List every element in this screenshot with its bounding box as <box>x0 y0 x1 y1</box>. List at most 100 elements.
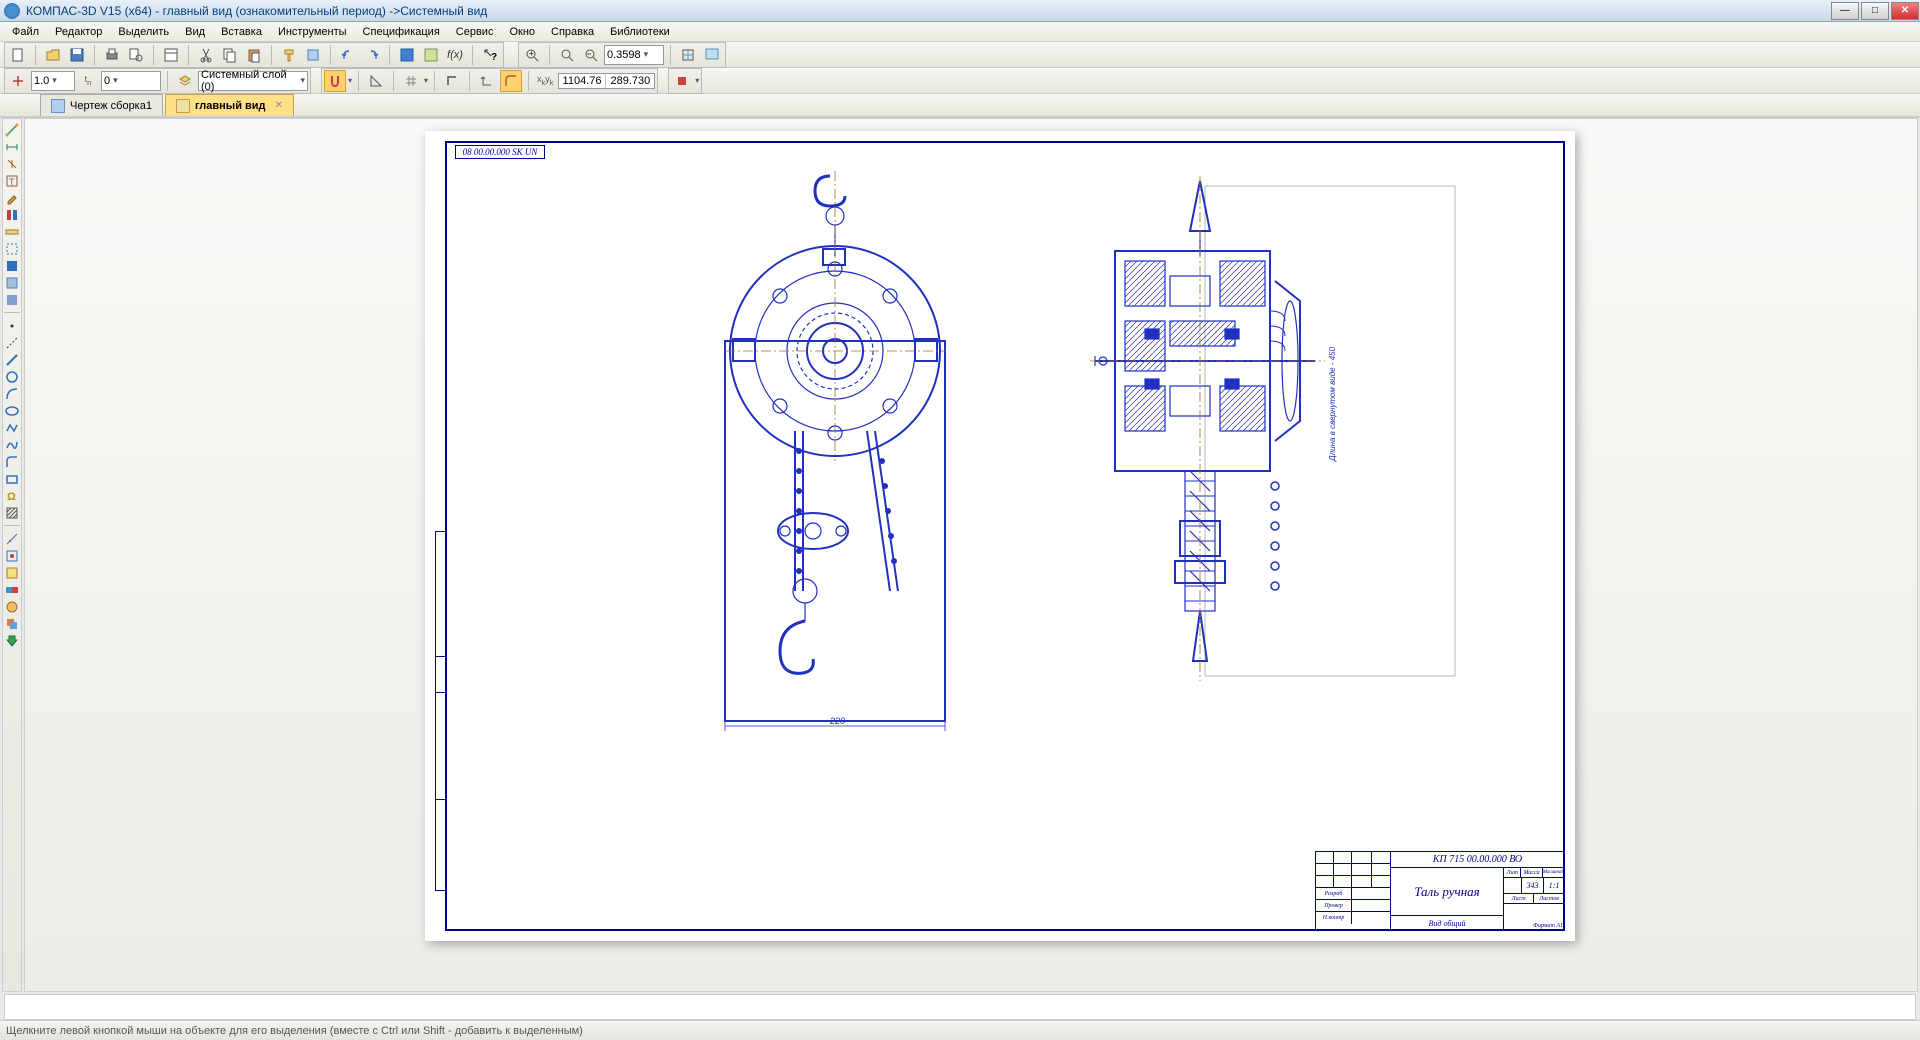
rect-tool[interactable] <box>3 470 21 487</box>
maximize-button[interactable]: □ <box>1861 2 1889 20</box>
cut-button[interactable] <box>195 44 217 66</box>
zoom-dynamic-button[interactable] <box>556 44 578 66</box>
text-tool[interactable]: T <box>3 172 21 189</box>
paste-button[interactable] <box>243 44 265 66</box>
coord-display: 1104.76 289.730 <box>558 73 656 89</box>
pan-button[interactable] <box>677 44 699 66</box>
view-ops-tool[interactable] <box>3 598 21 615</box>
mc-tool[interactable] <box>3 581 21 598</box>
print-preview-button[interactable] <box>125 44 147 66</box>
insert-tool[interactable] <box>3 291 21 308</box>
menu-window[interactable]: Окно <box>501 24 543 40</box>
properties-panel-button[interactable] <box>302 44 324 66</box>
contour-tool[interactable] <box>3 547 21 564</box>
open-button[interactable] <box>42 44 64 66</box>
status-message: Щелкните левой кнопкой мыши на объекте д… <box>6 1025 583 1037</box>
snap-button[interactable] <box>324 70 346 92</box>
app-icon <box>4 3 20 19</box>
close-tab-icon[interactable]: ✕ <box>275 100 283 111</box>
new-doc-button[interactable] <box>7 44 29 66</box>
stop-button[interactable] <box>671 70 693 92</box>
round-button[interactable] <box>500 70 522 92</box>
variables-button[interactable] <box>420 44 442 66</box>
scale-combo[interactable]: 1.0 <box>31 71 75 91</box>
window-title: КОМПАС-3D V15 (x64) - главный вид (ознак… <box>26 4 487 18</box>
menu-file[interactable]: Файл <box>4 24 47 40</box>
svg-text:Ω: Ω <box>7 491 16 503</box>
arc-tool[interactable] <box>3 385 21 402</box>
drawing-area[interactable]: 08 00.00.000 SK UN <box>24 118 1918 992</box>
titleblock-code: КП 715 00.00.000 ВО <box>1391 852 1564 868</box>
circle-tool[interactable] <box>3 368 21 385</box>
dimension-220: 220 <box>829 716 845 726</box>
spline-tool[interactable] <box>3 436 21 453</box>
menu-editor[interactable]: Редактор <box>47 24 110 40</box>
step-combo[interactable]: 0 <box>101 71 161 91</box>
menu-insert[interactable]: Вставка <box>213 24 270 40</box>
layers-button[interactable] <box>174 70 196 92</box>
coord-x: 1104.76 <box>559 74 607 88</box>
statusbar: Щелкните левой кнопкой мыши на объекте д… <box>0 1020 1920 1040</box>
eq-curve-tool[interactable] <box>3 530 21 547</box>
line-tool[interactable] <box>3 351 21 368</box>
gather-tool[interactable]: Ω <box>3 487 21 504</box>
refresh-view-button[interactable] <box>701 44 723 66</box>
menu-service[interactable]: Сервис <box>448 24 502 40</box>
menu-tools[interactable]: Инструменты <box>270 24 355 40</box>
redo-button[interactable] <box>361 44 383 66</box>
hatch-tool[interactable] <box>3 504 21 521</box>
zoom-region-button[interactable]: + <box>521 44 543 66</box>
fx-button[interactable]: f(x) <box>444 44 466 66</box>
layer-combo[interactable]: Системный слой (0) <box>198 71 308 91</box>
angle-snap-button[interactable] <box>365 70 387 92</box>
grip-tool[interactable] <box>3 632 21 649</box>
edit-tool[interactable] <box>3 189 21 206</box>
menu-view[interactable]: Вид <box>177 24 213 40</box>
polyline-tool[interactable] <box>3 419 21 436</box>
binding-strip <box>435 531 447 891</box>
properties-button[interactable] <box>160 44 182 66</box>
minimize-button[interactable]: — <box>1831 2 1859 20</box>
ortho-button[interactable] <box>441 70 463 92</box>
grid-button[interactable] <box>400 70 422 92</box>
zoom-prev-button[interactable] <box>580 44 602 66</box>
format-painter-button[interactable] <box>278 44 300 66</box>
compact-panel: T Ω <box>2 118 22 992</box>
point-tool[interactable] <box>3 317 21 334</box>
copy-button[interactable] <box>219 44 241 66</box>
window-titlebar: КОМПАС-3D V15 (x64) - главный вид (ознак… <box>0 0 1920 22</box>
geometry-tool[interactable] <box>3 121 21 138</box>
symbol-tool[interactable] <box>3 155 21 172</box>
help-context-button[interactable]: ? <box>479 44 501 66</box>
svg-text:T: T <box>9 177 15 187</box>
measure-tool[interactable] <box>3 223 21 240</box>
spec-tool[interactable] <box>3 257 21 274</box>
tab-main-view[interactable]: главный вид ✕ <box>165 94 294 116</box>
title-block: Разраб Провер Н.контр КП 715 00.00.000 В… <box>1315 851 1565 931</box>
side-view-drawing: Длина в свернутом виде - 450 <box>1075 161 1355 781</box>
reports-tool[interactable] <box>3 274 21 291</box>
menu-select[interactable]: Выделить <box>110 24 177 40</box>
copy-ops-tool[interactable] <box>3 615 21 632</box>
manager-button[interactable] <box>396 44 418 66</box>
step-button[interactable]: tn <box>77 70 99 92</box>
side-dimension-note: Длина в свернутом виде - 450 <box>1328 346 1337 462</box>
menu-help[interactable]: Справка <box>543 24 602 40</box>
zoom-value-combo[interactable]: 0.3598 <box>604 45 664 65</box>
local-cs-button[interactable] <box>476 70 498 92</box>
aux-line-tool[interactable] <box>3 334 21 351</box>
current-state-button[interactable] <box>7 70 29 92</box>
ellipse-tool[interactable] <box>3 402 21 419</box>
param-tool[interactable] <box>3 206 21 223</box>
tab-assembly[interactable]: Чертеж сборка1 <box>40 94 163 116</box>
equidistant-tool[interactable] <box>3 564 21 581</box>
menu-spec[interactable]: Спецификация <box>355 24 448 40</box>
save-button[interactable] <box>66 44 88 66</box>
close-button[interactable]: ✕ <box>1891 2 1919 20</box>
undo-button[interactable] <box>337 44 359 66</box>
print-button[interactable] <box>101 44 123 66</box>
menu-libraries[interactable]: Библиотеки <box>602 24 678 40</box>
dimension-tool[interactable] <box>3 138 21 155</box>
rounding-tool[interactable] <box>3 453 21 470</box>
select-tool[interactable] <box>3 240 21 257</box>
